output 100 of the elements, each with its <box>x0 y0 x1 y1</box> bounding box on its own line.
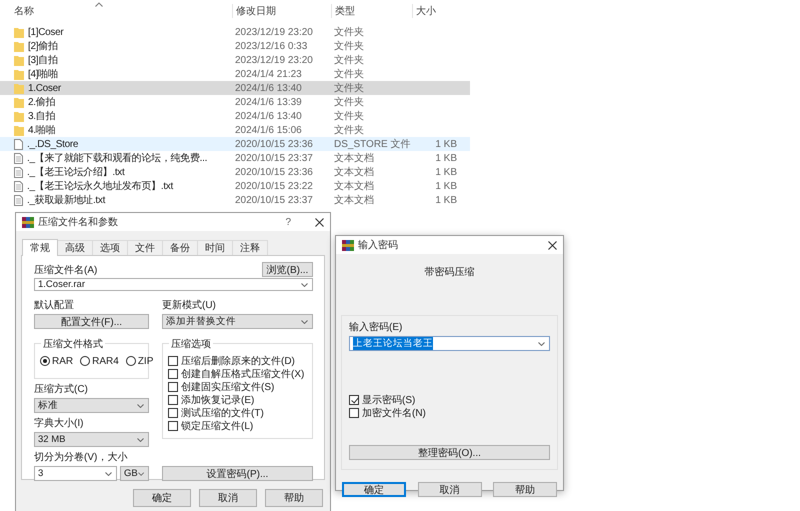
radio-label: RAR <box>52 356 74 366</box>
checkbox[interactable] <box>349 408 359 418</box>
text-file-icon <box>14 166 23 178</box>
profiles-button[interactable]: 配置文件(F)... <box>34 314 149 329</box>
file-name: [3]自拍 <box>28 54 58 67</box>
file-type: 文件夹 <box>333 96 365 109</box>
file-type: 文件夹 <box>333 82 365 95</box>
browse-button[interactable]: 浏览(B)... <box>262 262 313 277</box>
file-row[interactable]: ._获取最新地址.txt 2020/10/15 23:37 文本文档 1 KB <box>0 193 470 207</box>
chevron-icon <box>301 320 308 324</box>
checkbox-label: 显示密码(S) <box>362 394 416 406</box>
file-name-dropdown[interactable]: 1.Coser.rar <box>34 278 313 291</box>
field-label: 压缩方式(C) <box>34 384 89 396</box>
modified-date: 2020/10/15 23:37 <box>234 194 314 206</box>
file-name: [4]啪啪 <box>28 68 58 81</box>
checkbox[interactable] <box>168 356 178 366</box>
close-icon <box>548 240 557 250</box>
column-header[interactable]: 修改日期 <box>232 4 331 18</box>
checkbox[interactable] <box>168 420 178 430</box>
file-row[interactable]: [3]自拍 2023/12/19 23:20 文件夹 <box>0 53 470 67</box>
password-field[interactable]: 上老王论坛当老王 <box>349 336 550 351</box>
checkbox[interactable] <box>349 394 359 404</box>
file-size: 1 KB <box>435 194 457 206</box>
tab[interactable]: 常规 <box>22 239 58 256</box>
dialog-button[interactable]: 帮助 <box>265 489 323 507</box>
file-row[interactable]: ._.DS_Store 2020/10/15 23:36 DS_STORE 文件 1 KB <box>0 137 470 151</box>
tab[interactable]: 文件 <box>127 240 163 255</box>
set-password-button[interactable]: 设置密码(P)... <box>162 466 313 481</box>
file-row[interactable]: 1.Coser 2024/1/6 13:40 文件夹 <box>0 81 470 95</box>
file-row[interactable]: 2.偷拍 2024/1/6 13:39 文件夹 <box>0 95 470 109</box>
dictionary-size-dropdown[interactable]: 32 MB <box>34 432 149 447</box>
group-title: 压缩选项 <box>169 337 213 351</box>
modified-date: 2020/10/15 23:36 <box>234 138 314 150</box>
books-icon <box>342 240 354 250</box>
column-header[interactable]: 大小 <box>412 4 467 18</box>
dialog-button[interactable]: 帮助 <box>493 482 557 497</box>
modified-date: 2024/1/6 15:06 <box>234 124 303 136</box>
dialog-button[interactable]: 取消 <box>418 482 482 497</box>
folder-icon <box>14 40 24 52</box>
radio-button[interactable] <box>126 356 136 366</box>
tab[interactable]: 高级 <box>57 240 93 255</box>
checkbox[interactable] <box>168 368 178 378</box>
volume-size-dropdown[interactable]: 3 <box>34 466 117 481</box>
dialog-button[interactable]: 确定 <box>342 482 406 497</box>
tab[interactable]: 注释 <box>232 240 268 255</box>
file-name: ._.DS_Store <box>27 138 78 150</box>
folder-icon <box>14 82 24 94</box>
file-size: 1 KB <box>435 166 457 178</box>
radio-button[interactable] <box>80 356 90 366</box>
file-type: 文本文档 <box>333 166 375 179</box>
checkbox-label: 添加恢复记录(E) <box>181 394 254 406</box>
checkbox[interactable] <box>168 394 178 404</box>
radio-button[interactable] <box>40 356 50 366</box>
text-file-icon <box>14 152 23 164</box>
file-name: 2.偷拍 <box>28 96 56 109</box>
tab[interactable]: 选项 <box>92 240 128 255</box>
file-row[interactable]: [1]Coser 2023/12/19 23:20 文件夹 <box>0 25 470 39</box>
text-file-icon <box>14 180 23 192</box>
help-button[interactable]: ? <box>285 216 291 228</box>
chevron-icon <box>105 472 112 476</box>
file-type: 文件夹 <box>333 26 365 39</box>
radio-label: RAR4 <box>92 356 119 366</box>
file-row[interactable]: 4.啪啪 2024/1/6 15:06 文件夹 <box>0 123 470 137</box>
column-header[interactable]: 类型 <box>331 4 412 18</box>
file-row[interactable]: ._【来了就能下载和观看的论坛，纯免费... 2020/10/15 23:37 文本文档 1 KB <box>0 151 470 165</box>
checkbox[interactable] <box>168 382 178 392</box>
file-row[interactable]: [2]偷拍 2023/12/16 0:33 文件夹 <box>0 39 470 53</box>
checkbox[interactable] <box>168 408 178 418</box>
tab[interactable]: 时间 <box>197 240 233 255</box>
field-label: 更新模式(U) <box>162 300 217 312</box>
dialog-button[interactable]: 确定 <box>133 489 191 507</box>
file-row[interactable]: 3.自拍 2024/1/6 13:40 文件夹 <box>0 109 470 123</box>
unit-dropdown[interactable]: GB <box>120 466 149 481</box>
file-type: 文件夹 <box>333 124 365 137</box>
modified-date: 2020/10/15 23:37 <box>234 152 314 164</box>
file-type: 文件夹 <box>333 68 365 81</box>
file-size: 1 KB <box>435 180 457 192</box>
checkbox-label: 锁定压缩文件(L) <box>181 420 254 432</box>
compression-method-dropdown[interactable]: 标准 <box>34 398 149 413</box>
file-row[interactable]: ._【老王论坛介绍】.txt 2020/10/15 23:36 文本文档 1 KB <box>0 165 470 179</box>
text-file-icon <box>14 194 23 206</box>
file-type: 文本文档 <box>333 194 375 207</box>
tab[interactable]: 备份 <box>162 240 198 255</box>
modified-date: 2023/12/19 23:20 <box>234 26 314 38</box>
file-name: ._【老王论坛永久地址发布页】.txt <box>27 180 173 193</box>
group-title: 压缩文件格式 <box>41 337 105 351</box>
file-type: 文本文档 <box>333 152 375 165</box>
file-row[interactable]: [4]啪啪 2024/1/4 21:23 文件夹 <box>0 67 470 81</box>
file-row[interactable]: ._【老王论坛永久地址发布页】.txt 2020/10/15 23:22 文本文档 1 KB <box>0 179 470 193</box>
file-name: 3.自拍 <box>28 110 56 123</box>
column-header[interactable]: 名称 <box>0 4 232 18</box>
dialog-button[interactable]: 取消 <box>199 489 257 507</box>
file-type: 文件夹 <box>333 110 365 123</box>
update-mode-dropdown[interactable]: 添加并替换文件 <box>162 314 313 329</box>
folder-icon <box>14 26 24 38</box>
organize-passwords-button[interactable]: 整理密码(O)... <box>349 445 550 460</box>
folder-icon <box>14 96 24 108</box>
modified-date: 2024/1/6 13:40 <box>234 82 303 94</box>
checkbox-label: 压缩后删除原来的文件(D) <box>181 354 295 368</box>
field-label: 默认配置 <box>34 300 75 312</box>
